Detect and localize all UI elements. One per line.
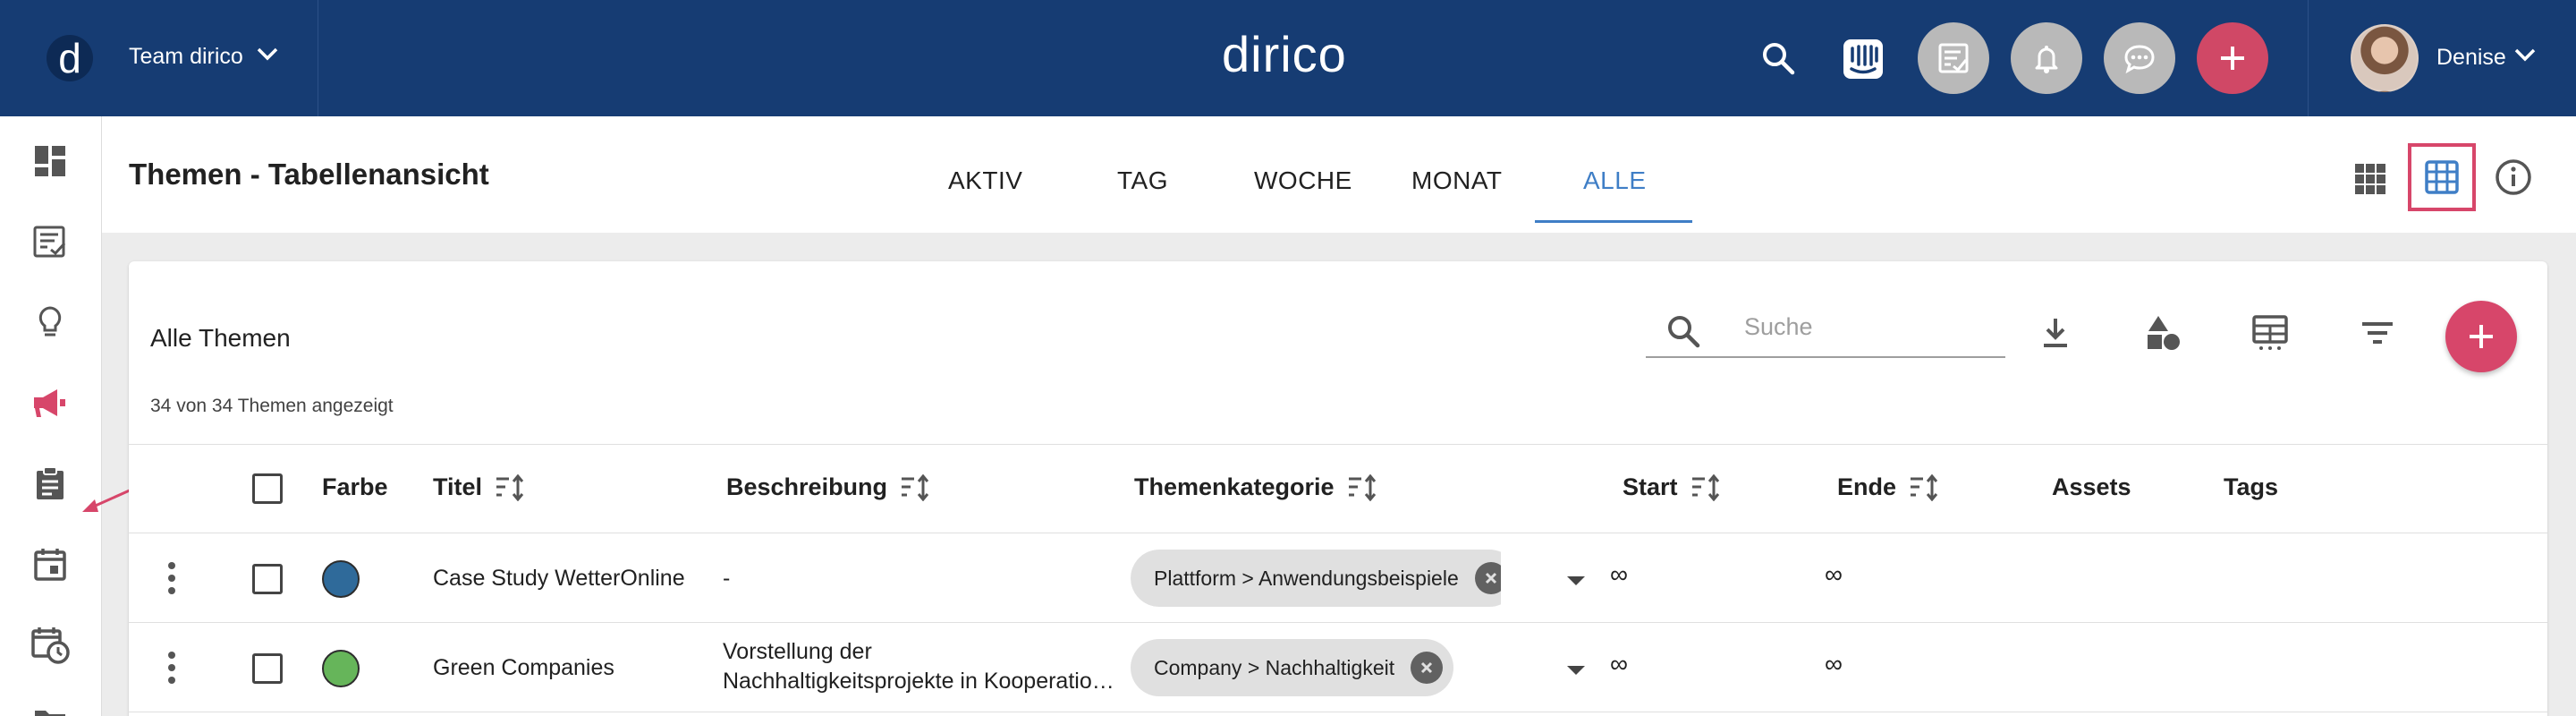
- tab-tag[interactable]: TAG: [1117, 166, 1168, 195]
- topics-count: 34 von 34 Themen angezeigt: [150, 396, 394, 416]
- tab-woche[interactable]: WOCHE: [1254, 166, 1352, 195]
- topic-color-dot: [322, 560, 360, 598]
- page-header: Themen - Tabellenansicht AKTIV TAG WOCHE…: [102, 116, 2576, 233]
- chat-button[interactable]: [2104, 22, 2175, 94]
- sidebar: [0, 116, 140, 716]
- add-topic-button[interactable]: [2445, 301, 2517, 372]
- active-tab-indicator: [1535, 220, 1692, 223]
- close-icon[interactable]: [1411, 652, 1444, 684]
- topic-description-line: Vorstellung der: [723, 639, 872, 664]
- table-view-icon[interactable]: [2408, 143, 2476, 211]
- table-row[interactable]: Green Companies Vorstellung der Nachhalt…: [129, 623, 2547, 712]
- avatar[interactable]: [2351, 24, 2419, 92]
- select-all-checkbox[interactable]: [252, 473, 283, 504]
- topics-card: Alle Themen 34 von 34 Themen angezeigt F…: [129, 261, 2547, 716]
- app-logo: d: [47, 35, 93, 81]
- topbar-divider: [2308, 0, 2309, 116]
- category-chip-label: Company > Nachhaltigkeit: [1154, 655, 1395, 679]
- sidebar-item-calendar[interactable]: [29, 542, 72, 585]
- category-chip-label: Plattform > Anwendungsbeispiele: [1154, 566, 1459, 590]
- row-checkbox[interactable]: [252, 653, 283, 684]
- topic-description-line: Nachhaltigkeitsprojekte in Kooperatio…: [723, 669, 1114, 694]
- search-icon: [1665, 313, 1701, 354]
- column-farbe: Farbe: [322, 473, 388, 500]
- topic-start: ∞: [1610, 560, 1628, 588]
- column-themenkategorie[interactable]: Themenkategorie: [1134, 473, 1377, 501]
- column-start[interactable]: Start: [1623, 473, 1721, 501]
- tasks-button[interactable]: [1918, 22, 1989, 94]
- column-titel[interactable]: Titel: [433, 473, 525, 501]
- sidebar-item-folder[interactable]: [29, 698, 72, 716]
- sort-icon[interactable]: [1690, 473, 1721, 501]
- sidebar-item-schedule[interactable]: [29, 623, 72, 666]
- top-bar: d Team dirico dirico Denise: [0, 0, 2576, 116]
- columns-icon[interactable]: [2249, 311, 2292, 354]
- row-menu-icon[interactable]: [168, 562, 175, 594]
- close-icon[interactable]: [1474, 562, 1501, 594]
- topic-end: ∞: [1825, 650, 1843, 678]
- table-row[interactable]: Case Study WetterOnline - Plattform > An…: [129, 533, 2547, 623]
- sidebar-item-ideas[interactable]: [29, 301, 72, 344]
- sidebar-item-dashboard[interactable]: [29, 140, 72, 183]
- column-beschreibung[interactable]: Beschreibung: [726, 473, 930, 501]
- column-ende[interactable]: Ende: [1837, 473, 1939, 501]
- shapes-icon[interactable]: [2141, 311, 2184, 354]
- topic-description: Vorstellung der Nachhaltigkeitsprojekte …: [723, 637, 1114, 696]
- topic-title: Case Study WetterOnline: [433, 566, 685, 591]
- filter-icon[interactable]: [2356, 311, 2399, 354]
- user-name[interactable]: Denise: [2436, 45, 2506, 71]
- sort-icon[interactable]: [1347, 473, 1377, 501]
- topic-title: Green Companies: [433, 655, 614, 680]
- tab-alle[interactable]: ALLE: [1583, 166, 1647, 195]
- category-chip-body: Plattform > Anwendungsbeispiele: [1131, 550, 1501, 607]
- topic-start: ∞: [1610, 650, 1628, 678]
- sort-icon[interactable]: [495, 473, 525, 501]
- page-title: Themen - Tabellenansicht: [129, 158, 489, 191]
- sidebar-item-briefings[interactable]: [29, 462, 72, 505]
- topic-description: -: [723, 566, 731, 591]
- tab-monat[interactable]: MONAT: [1411, 166, 1503, 195]
- chevron-down-icon[interactable]: [256, 47, 279, 67]
- sidebar-item-topics[interactable]: [29, 381, 72, 424]
- grid-view-icon[interactable]: [2349, 158, 2392, 200]
- row-checkbox[interactable]: [252, 564, 283, 594]
- column-assets: Assets: [2052, 473, 2131, 500]
- search-icon[interactable]: [1757, 37, 1800, 80]
- info-icon[interactable]: [2490, 154, 2537, 200]
- chevron-down-icon[interactable]: [2513, 47, 2537, 68]
- search-field[interactable]: [1646, 304, 2005, 358]
- category-dropdown-icon[interactable]: [1567, 666, 1585, 675]
- add-button[interactable]: [2197, 22, 2268, 94]
- category-dropdown-icon[interactable]: [1567, 576, 1585, 585]
- topic-color-dot: [322, 650, 360, 687]
- card-title: Alle Themen: [150, 324, 291, 352]
- team-switcher[interactable]: d Team dirico: [0, 0, 318, 116]
- topic-end: ∞: [1825, 560, 1843, 588]
- column-tags: Tags: [2224, 473, 2279, 500]
- sidebar-item-tasks[interactable]: [29, 220, 72, 263]
- sort-icon[interactable]: [900, 473, 930, 501]
- download-icon[interactable]: [2034, 311, 2077, 354]
- notifications-button[interactable]: [2011, 22, 2082, 94]
- team-name: Team dirico: [129, 44, 243, 69]
- row-menu-icon[interactable]: [168, 652, 175, 684]
- brand-name: dirico: [1222, 26, 1347, 82]
- category-chip[interactable]: Plattform > Anwendungsbeispiele: [1131, 550, 1501, 607]
- sort-icon[interactable]: [1909, 473, 1939, 501]
- search-input[interactable]: [1744, 313, 1995, 341]
- category-chip[interactable]: Company > Nachhaltigkeit: [1131, 639, 1454, 696]
- tab-aktiv[interactable]: AKTIV: [948, 166, 1022, 195]
- intercom-icon[interactable]: [1841, 37, 1885, 81]
- table-header: Farbe Titel Beschreibung Themenkategorie…: [129, 444, 2547, 533]
